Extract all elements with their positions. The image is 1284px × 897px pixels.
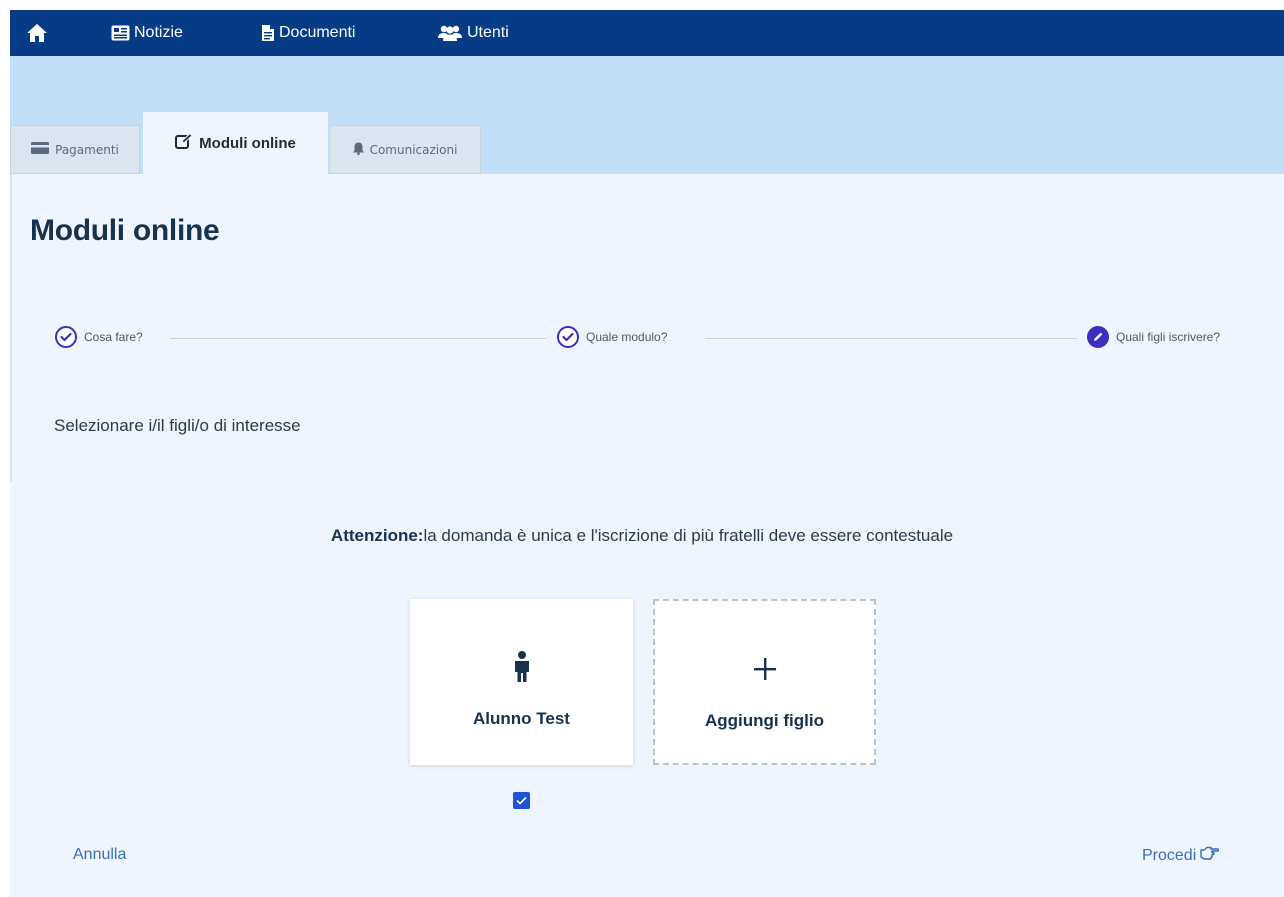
- credit-card-icon: [31, 142, 55, 157]
- tab-moduli-online[interactable]: Moduli online: [143, 112, 328, 174]
- nav-item-utenti[interactable]: Utenti: [437, 10, 509, 56]
- cancel-link[interactable]: Annulla: [73, 846, 126, 864]
- nav-item-notizie[interactable]: Notizie: [111, 10, 183, 56]
- child-icon: [513, 650, 531, 688]
- tab-comunicazioni[interactable]: Comunicazioni: [329, 125, 481, 174]
- child-select-checkbox[interactable]: [513, 792, 530, 809]
- step-cosa-fare: Cosa fare?: [55, 326, 143, 348]
- newspaper-icon: [111, 25, 130, 41]
- plus-icon: [753, 657, 777, 686]
- bell-icon: [352, 142, 370, 158]
- users-icon: [437, 24, 463, 42]
- add-child-card[interactable]: Aggiungi figlio: [653, 599, 876, 765]
- page-title: Moduli online: [30, 214, 220, 247]
- instruction-text: Selezionare i/il figli/o di interesse: [54, 416, 301, 435]
- nav-item-label: Documenti: [279, 24, 356, 41]
- top-navbar: Notizie Documenti Utenti: [10, 10, 1284, 56]
- pencil-circle-icon: [1087, 326, 1109, 348]
- step-quali-figli: Quali figli iscrivere?: [1087, 326, 1220, 348]
- check-circle-icon: [55, 326, 77, 348]
- check-icon: [516, 792, 527, 810]
- nav-item-documenti[interactable]: Documenti: [261, 10, 355, 56]
- stepper-connector: [170, 338, 546, 339]
- home-icon: [26, 23, 48, 43]
- check-circle-icon: [557, 326, 579, 348]
- tab-label: Pagamenti: [55, 142, 119, 157]
- content-left-border: [10, 174, 12, 482]
- nav-item-label: Utenti: [467, 24, 509, 41]
- child-card-alunno-test[interactable]: Alunno Test: [410, 599, 633, 765]
- step-label: Quale modulo?: [586, 330, 668, 344]
- proceed-link[interactable]: Procedi: [1142, 846, 1220, 865]
- hand-pointing-icon: [1199, 846, 1220, 865]
- stepper-connector: [705, 338, 1077, 339]
- tab-label: Comunicazioni: [369, 142, 458, 157]
- card-label: Aggiungi figlio: [705, 711, 824, 730]
- document-icon: [261, 24, 275, 42]
- nav-item-label: Notizie: [134, 24, 183, 41]
- tab-pagamenti[interactable]: Pagamenti: [10, 125, 140, 174]
- home-nav-button[interactable]: [26, 10, 48, 56]
- step-label: Cosa fare?: [84, 330, 143, 344]
- step-quale-modulo: Quale modulo?: [557, 326, 667, 348]
- tab-label: Moduli online: [199, 134, 296, 152]
- step-label: Quali figli iscrivere?: [1116, 330, 1221, 344]
- warning-label: Attenzione:: [330, 526, 424, 545]
- warning-message: Attenzione:la domanda è unica e l'iscriz…: [0, 526, 1284, 546]
- warning-text: la domanda è unica e l'iscrizione di più…: [423, 526, 954, 545]
- proceed-label: Procedi: [1142, 846, 1197, 864]
- card-label: Alunno Test: [473, 709, 570, 728]
- edit-icon: [175, 132, 199, 154]
